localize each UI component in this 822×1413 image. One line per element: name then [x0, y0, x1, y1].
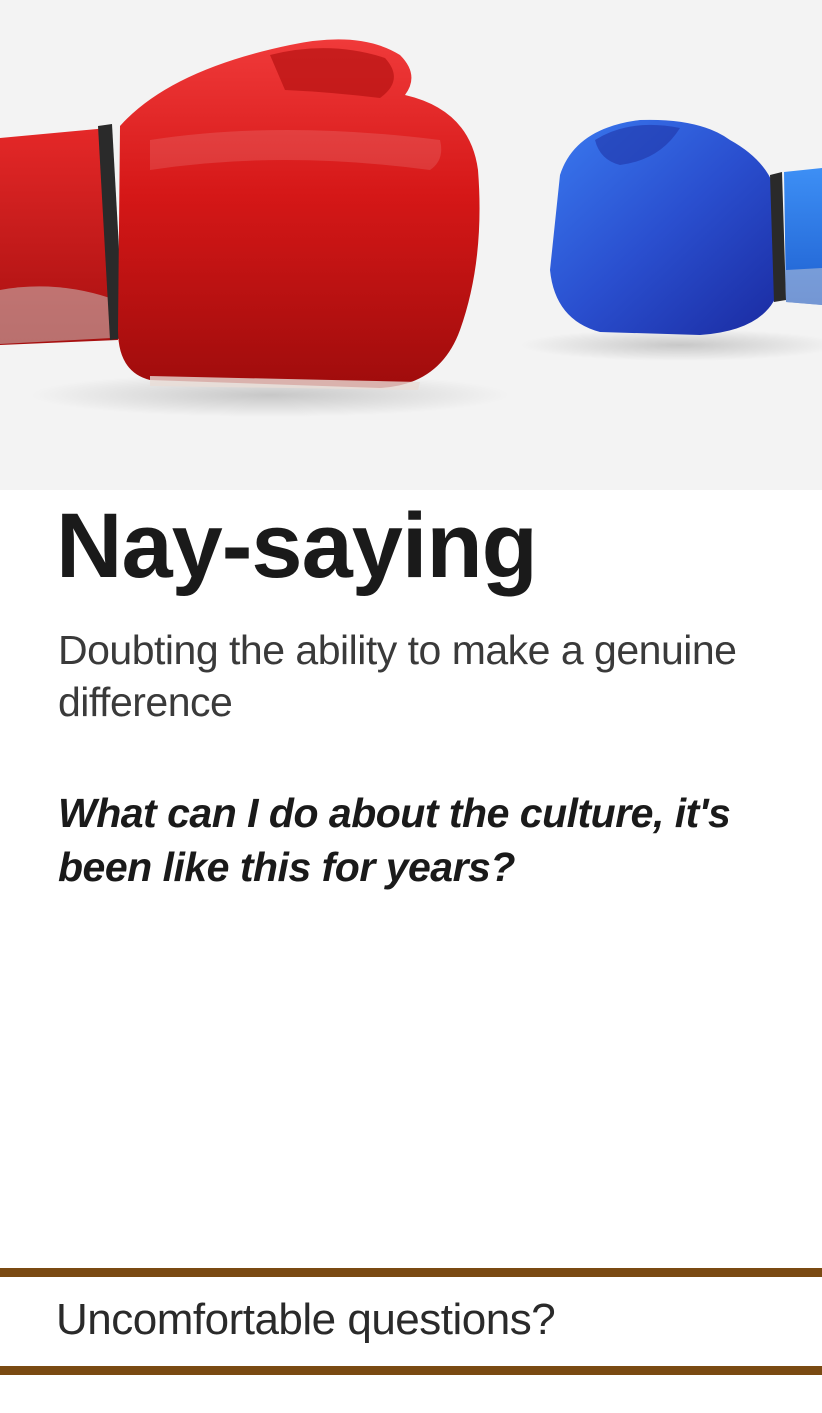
red-glove [0, 39, 480, 390]
footer-rule-top [0, 1268, 822, 1277]
footer-rule-bottom [0, 1366, 822, 1375]
card-quote: What can I do about the culture, it's be… [58, 790, 731, 890]
card-title: Nay-saying [56, 495, 538, 597]
footer-label: Uncomfortable questions? [56, 1295, 556, 1344]
hero-image [0, 0, 822, 490]
blue-glove [550, 119, 822, 335]
boxing-gloves-icon [0, 39, 822, 417]
card-subtitle: Doubting the ability to make a genuine d… [58, 627, 737, 725]
